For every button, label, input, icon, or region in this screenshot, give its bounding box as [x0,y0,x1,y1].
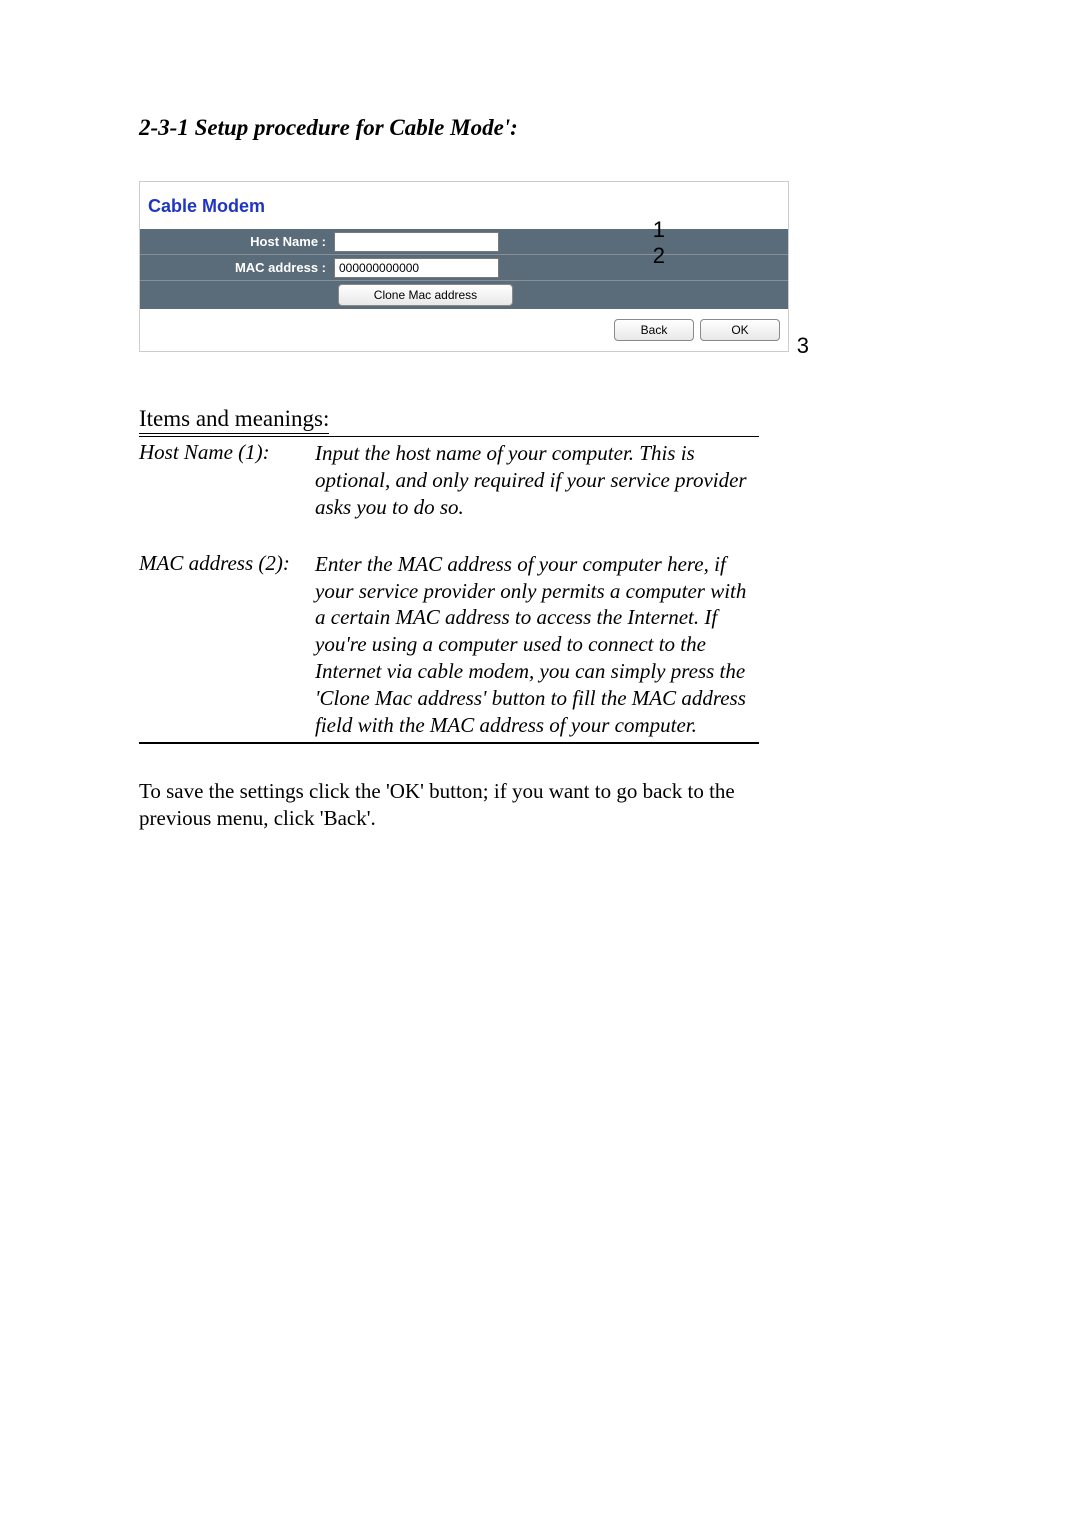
item-row: MAC address (2): Enter the MAC address o… [139,548,759,742]
panel-title: Cable Modem [140,192,788,229]
back-button[interactable]: Back [614,319,694,341]
items-heading: Items and meanings: [139,406,329,434]
ok-button[interactable]: OK [700,319,780,341]
nav-button-row: Back OK [140,309,788,341]
item-definition: Input the host name of your computer. Th… [315,440,759,521]
item-term: Host Name (1): [139,440,315,521]
callout-1: 1 [653,217,665,243]
config-screenshot: Cable Modem Host Name : MAC address : Cl… [139,181,789,352]
mac-address-label: MAC address : [140,260,334,275]
save-paragraph: To save the settings click the 'OK' butt… [139,778,759,832]
host-name-input[interactable] [334,232,499,252]
host-name-label: Host Name : [140,234,334,249]
callout-2: 2 [653,243,665,269]
callout-3: 3 [797,333,809,359]
host-name-row: Host Name : [140,229,788,255]
mac-address-input[interactable] [334,258,499,278]
clone-row: Clone Mac address [140,281,788,309]
item-row: Host Name (1): Input the host name of yo… [139,437,759,524]
items-table: Host Name (1): Input the host name of yo… [139,436,759,744]
clone-mac-button[interactable]: Clone Mac address [338,284,513,306]
mac-address-row: MAC address : [140,255,788,281]
section-heading: 2-3-1 Setup procedure for Cable Mode': [139,115,960,141]
item-definition: Enter the MAC address of your computer h… [315,551,759,739]
item-term: MAC address (2): [139,551,315,739]
